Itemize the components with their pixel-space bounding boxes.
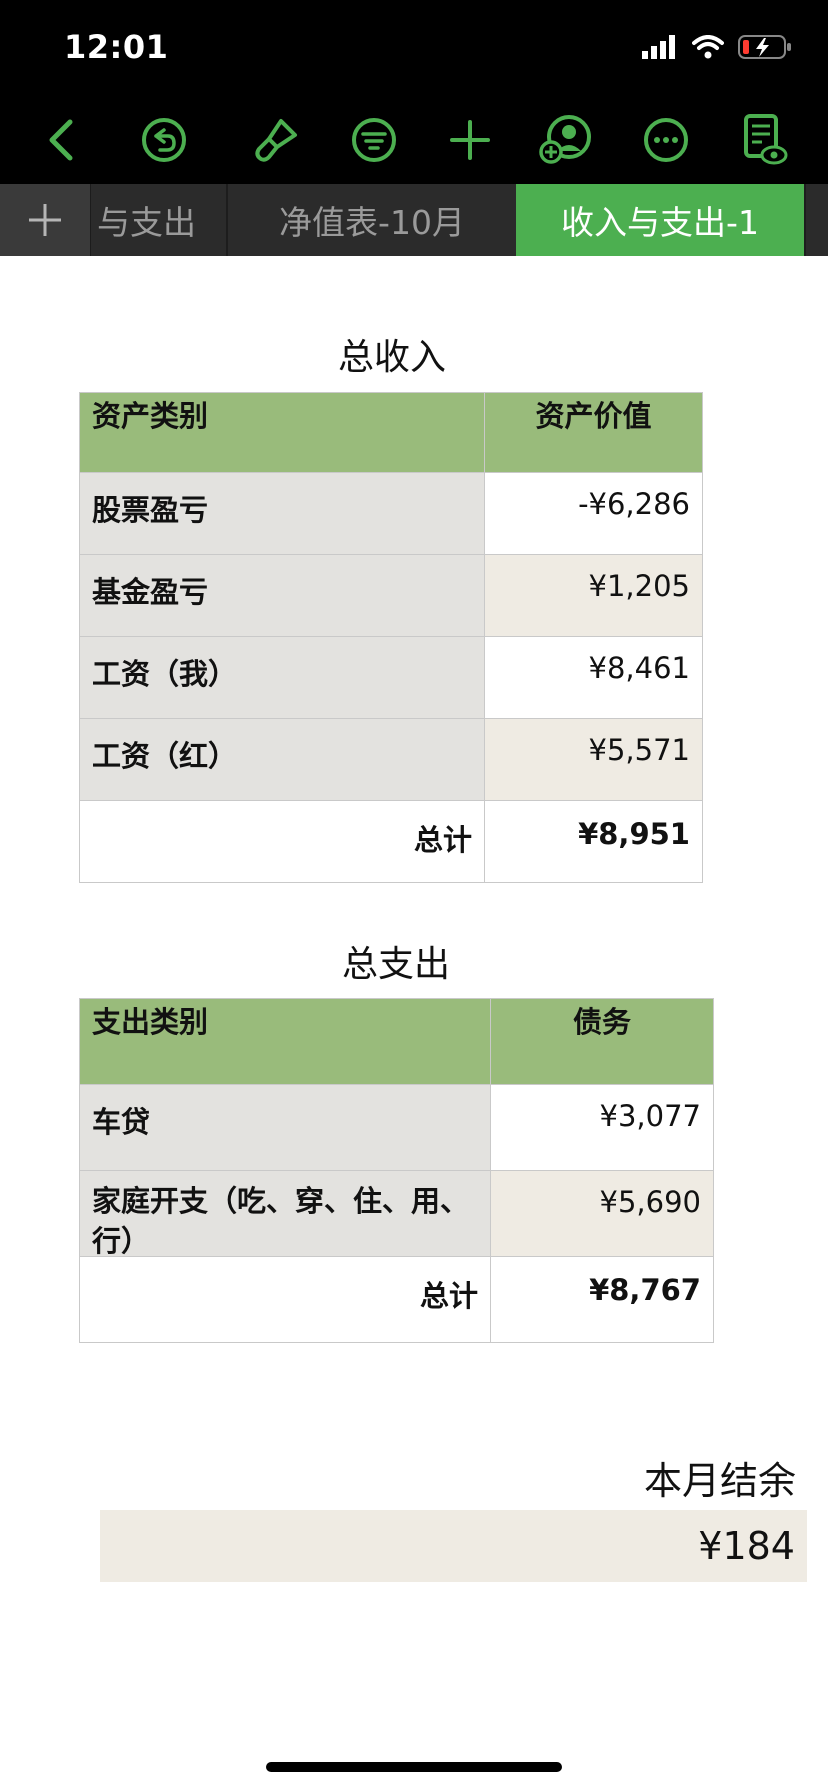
balance-value: ¥184 bbox=[698, 1524, 795, 1568]
tab-separator bbox=[804, 184, 806, 256]
table-row: 工资（红） ¥5,571 bbox=[79, 718, 703, 801]
expense-title: 总支出 bbox=[342, 944, 451, 985]
more-button[interactable] bbox=[636, 110, 696, 170]
plus-icon bbox=[29, 204, 61, 236]
balance-label: 本月结余 bbox=[643, 1459, 796, 1503]
table-row: 工资（我） ¥8,461 bbox=[79, 636, 703, 719]
income-title: 总收入 bbox=[338, 337, 447, 378]
undo-button[interactable] bbox=[134, 110, 194, 170]
status-time: 12:01 bbox=[64, 28, 169, 66]
plus-icon bbox=[450, 120, 490, 160]
income-table: 资产类别 资产价值 股票盈亏 -¥6,286 基金盈亏 ¥1,205 工资（我）… bbox=[79, 392, 703, 883]
collaborate-button[interactable] bbox=[536, 110, 596, 170]
value-cell[interactable]: ¥1,205 bbox=[484, 554, 703, 637]
tab-partial-label: 与支出 bbox=[97, 203, 196, 242]
category-cell[interactable]: 股票盈亏 bbox=[79, 472, 485, 555]
category-text: 家庭开支（吃、穿、住、用、行） bbox=[92, 1184, 470, 1255]
more-icon bbox=[644, 118, 688, 162]
category-cell[interactable]: 车贷 bbox=[79, 1084, 491, 1171]
value-cell[interactable]: ¥3,077 bbox=[490, 1084, 714, 1171]
category-cell[interactable]: 家庭开支（吃、穿、住、用、行） bbox=[79, 1170, 491, 1257]
total-row: 总计 ¥8,767 bbox=[79, 1256, 714, 1343]
table-row: 基金盈亏 ¥1,205 bbox=[79, 554, 703, 637]
home-indicator[interactable] bbox=[266, 1762, 562, 1772]
status-bar: 12:01 bbox=[0, 0, 828, 96]
table-header-row: 资产类别 资产价值 bbox=[79, 392, 703, 473]
tab-label: 净值表-10月 bbox=[279, 203, 465, 242]
wifi-icon bbox=[692, 35, 724, 59]
value-cell[interactable]: ¥5,690 bbox=[490, 1170, 714, 1257]
category-cell[interactable]: 基金盈亏 bbox=[79, 554, 485, 637]
document-view-icon bbox=[744, 114, 788, 165]
total-value[interactable]: ¥8,767 bbox=[490, 1256, 714, 1343]
header-cell-value[interactable]: 资产价值 bbox=[484, 392, 703, 473]
expense-table: 支出类别 债务 车贷 ¥3,077 家庭开支（吃、穿、住、用、行） ¥5,690… bbox=[79, 998, 714, 1343]
chevron-left-icon bbox=[49, 119, 73, 161]
add-sheet-button[interactable] bbox=[0, 184, 91, 256]
total-label[interactable]: 总计 bbox=[79, 800, 485, 883]
value-cell[interactable]: ¥8,461 bbox=[484, 636, 703, 719]
category-cell[interactable]: 工资（红） bbox=[79, 718, 485, 801]
format-button[interactable] bbox=[246, 110, 306, 170]
undo-icon bbox=[142, 118, 186, 162]
insert-button[interactable] bbox=[440, 110, 500, 170]
tab-label: 收入与支出-1 bbox=[561, 203, 759, 242]
sort-filter-button[interactable] bbox=[344, 110, 404, 170]
tab-income-expense-1[interactable]: 收入与支出-1 bbox=[516, 184, 804, 256]
signal-icon bbox=[642, 35, 675, 59]
value-cell[interactable]: -¥6,286 bbox=[484, 472, 703, 555]
total-value[interactable]: ¥8,951 bbox=[484, 800, 703, 883]
battery-low-charging-icon bbox=[738, 35, 791, 59]
total-row: 总计 ¥8,951 bbox=[79, 800, 703, 883]
tab-networth-oct[interactable]: 净值表-10月 bbox=[228, 184, 516, 256]
header-cell-category[interactable]: 资产类别 bbox=[79, 392, 485, 473]
reader-view-button[interactable] bbox=[734, 110, 794, 170]
header-cell-category[interactable]: 支出类别 bbox=[79, 998, 491, 1085]
table-row: 家庭开支（吃、穿、住、用、行） ¥5,690 bbox=[79, 1170, 714, 1257]
paintbrush-icon bbox=[255, 119, 297, 162]
status-icons bbox=[642, 34, 792, 60]
table-row: 股票盈亏 -¥6,286 bbox=[79, 472, 703, 555]
table-header-row: 支出类别 债务 bbox=[79, 998, 714, 1085]
back-button[interactable] bbox=[32, 110, 92, 170]
toolbar bbox=[0, 96, 828, 184]
total-label[interactable]: 总计 bbox=[79, 1256, 491, 1343]
value-cell[interactable]: ¥5,571 bbox=[484, 718, 703, 801]
table-row: 车贷 ¥3,077 bbox=[79, 1084, 714, 1171]
header-cell-value[interactable]: 债务 bbox=[490, 998, 714, 1085]
balance-cell[interactable]: ¥184 bbox=[100, 1510, 807, 1582]
filter-icon bbox=[352, 118, 396, 162]
category-cell[interactable]: 工资（我） bbox=[79, 636, 485, 719]
add-person-icon bbox=[539, 115, 591, 164]
sheet-tabs: 与支出 净值表-10月 收入与支出-1 bbox=[0, 184, 828, 256]
